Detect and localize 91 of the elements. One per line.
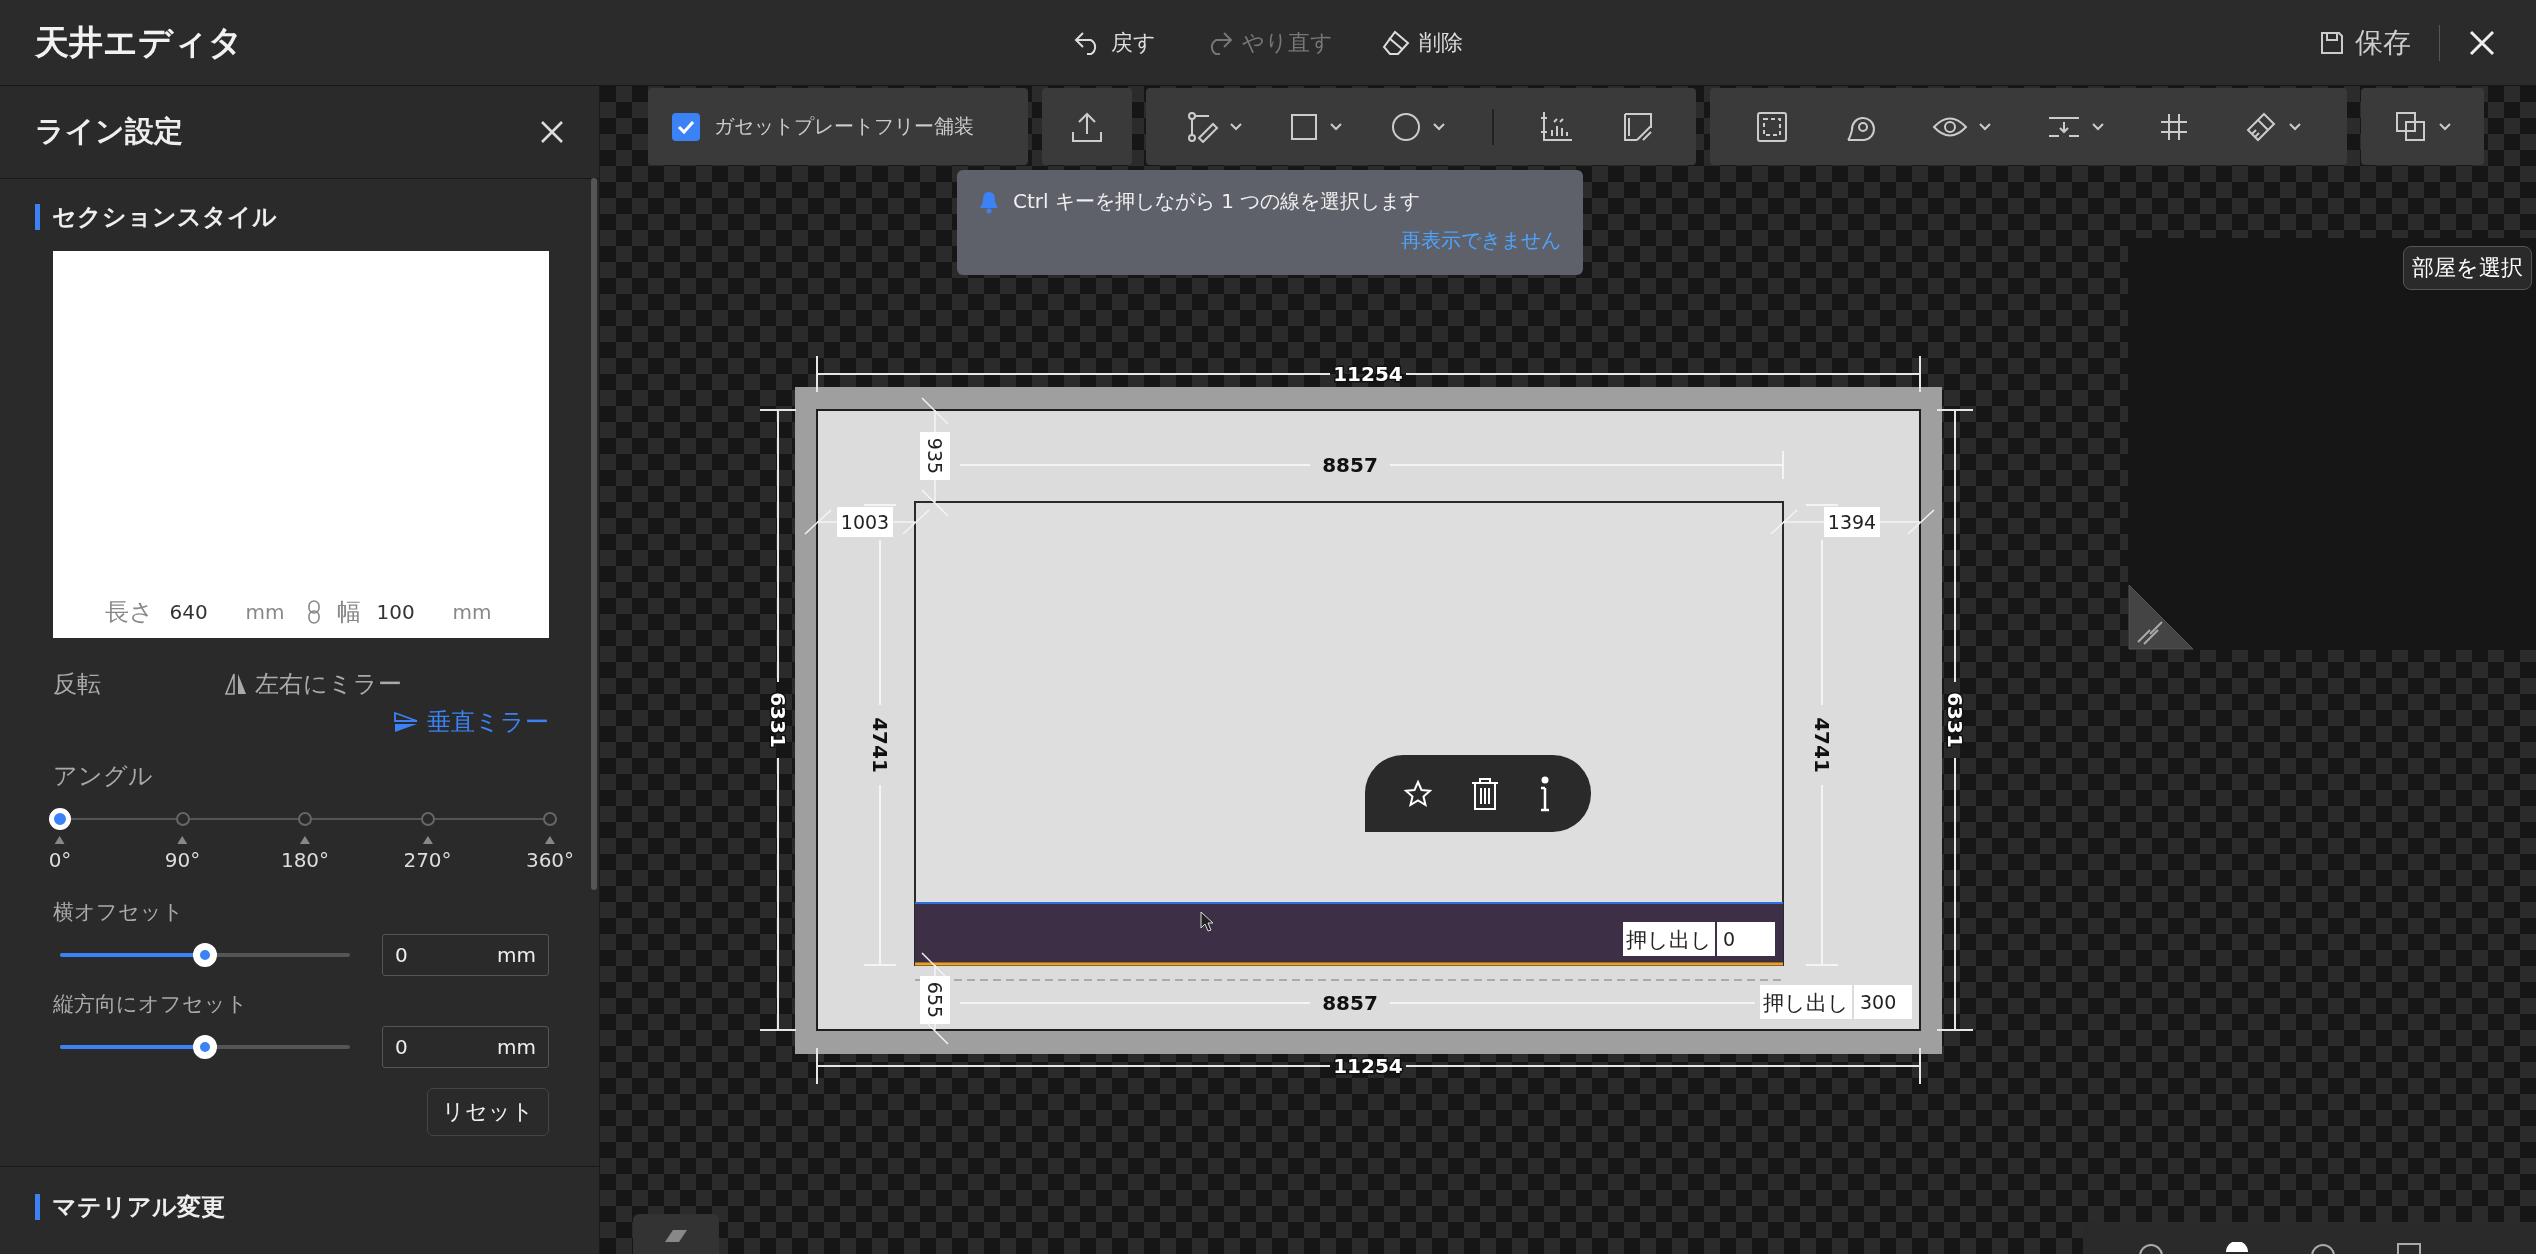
offset-input[interactable]: 0 mm xyxy=(382,1026,549,1068)
fit-screen-icon[interactable] xyxy=(2396,1242,2422,1254)
select-room-button[interactable]: 部屋を選択 xyxy=(2403,246,2532,290)
length-value: 640 xyxy=(169,600,209,624)
tick-mark-icon xyxy=(545,836,555,844)
dimension-label: 4741 xyxy=(1810,717,1834,773)
checkbox-label: ガセットプレートフリー舗装 xyxy=(714,113,974,140)
zoom-out-icon[interactable] xyxy=(2138,1242,2164,1254)
dimension-label: 655 xyxy=(920,976,950,1024)
caret-icon xyxy=(1978,121,1993,132)
plane-icon xyxy=(665,1230,687,1242)
slider-thumb[interactable] xyxy=(193,1035,217,1059)
length-unit: mm xyxy=(245,600,285,624)
dimension-label: 6331 xyxy=(766,692,790,748)
extrusion-label: 押し出し xyxy=(1623,922,1715,956)
flip-label: 反転 xyxy=(53,669,102,700)
section-marker xyxy=(35,204,40,230)
caret-icon xyxy=(1329,121,1344,132)
tick-mark-icon xyxy=(422,836,433,844)
zoom-thumb-icon[interactable] xyxy=(2224,1242,2250,1252)
dimension-label: 8857 xyxy=(1322,991,1378,1015)
layers-icon xyxy=(2393,109,2428,144)
pen-tool-button[interactable] xyxy=(1187,110,1244,143)
undo-button[interactable]: 戻す xyxy=(1073,27,1156,58)
extrusion-input[interactable]: 300 xyxy=(1854,985,1912,1019)
dimension-label: 6331 xyxy=(1943,692,1967,748)
reset-button[interactable]: リセット xyxy=(427,1088,549,1136)
layers-button[interactable] xyxy=(2393,109,2452,144)
dimension-label: 8857 xyxy=(1322,453,1378,477)
mirror-option[interactable]: 左右にミラー xyxy=(225,668,549,700)
square-icon xyxy=(1289,111,1320,142)
zoom-in-icon[interactable] xyxy=(2310,1242,2336,1254)
panel-title: ライン設定 xyxy=(35,113,183,150)
caret-icon xyxy=(2090,121,2105,132)
tick-mark-icon xyxy=(177,836,188,844)
circle-icon xyxy=(1389,110,1422,143)
section-marker xyxy=(35,1194,40,1220)
eraser-icon xyxy=(1381,29,1411,56)
angle-label: アングル xyxy=(53,761,154,792)
save-button[interactable]: 保存 xyxy=(2319,23,2411,62)
dimension-label: 1394 xyxy=(1824,507,1880,537)
offset-input[interactable]: 0 mm xyxy=(382,934,549,976)
checkbox[interactable] xyxy=(672,112,700,141)
rectangle-tool-button[interactable] xyxy=(1289,111,1344,142)
resize-handle-icon[interactable] xyxy=(2128,584,2194,650)
trash-icon[interactable] xyxy=(1470,776,1500,811)
section-heading: マテリアル変更 xyxy=(52,1192,225,1223)
close-icon[interactable] xyxy=(540,120,564,144)
width-unit: mm xyxy=(452,600,492,624)
width-value: 100 xyxy=(376,600,416,624)
tick-mark-icon xyxy=(300,836,310,844)
slider-thumb[interactable] xyxy=(193,943,217,967)
angle-value: 90° xyxy=(164,848,201,872)
offset-label: 縦方向にオフセット xyxy=(53,991,249,1018)
caret-icon xyxy=(2437,121,2452,132)
star-icon[interactable] xyxy=(1403,778,1434,809)
angle-value: 360° xyxy=(525,848,575,872)
mirror-option[interactable]: 垂直ミラー xyxy=(393,706,549,738)
dimension-label: 11254 xyxy=(1333,1054,1403,1078)
caret-icon xyxy=(1229,121,1244,132)
pen-path-icon xyxy=(1187,110,1220,143)
extrusion-input[interactable]: 0 xyxy=(1717,922,1775,956)
angle-value: 180° xyxy=(280,848,330,872)
angle-value: 0° xyxy=(48,848,72,872)
caret-icon xyxy=(2287,121,2302,132)
extrusion-label: 押し出し xyxy=(1760,985,1852,1019)
bell-icon xyxy=(979,189,999,214)
erase-button[interactable]: 削除 xyxy=(1381,27,1463,58)
mirror-icon xyxy=(225,672,247,696)
close-icon[interactable] xyxy=(2468,28,2496,57)
length-label: 長さ xyxy=(104,597,154,628)
cursor-icon xyxy=(1200,911,1214,932)
mirror-icon xyxy=(393,711,419,733)
grid-icon[interactable] xyxy=(2159,111,2190,142)
dimension-label: 4741 xyxy=(868,717,892,773)
offset-label: 横オフセット xyxy=(53,899,185,926)
dimension-label: 11254 xyxy=(1333,362,1403,386)
select-area-icon[interactable] xyxy=(1755,109,1790,144)
section-heading: セクションスタイル xyxy=(52,202,277,233)
dimension-label: 1003 xyxy=(837,507,893,537)
caret-icon xyxy=(1431,121,1446,132)
hint-text: Ctrl キーを押しながら 1 つの線を選択します xyxy=(1013,188,1421,215)
scrollbar[interactable] xyxy=(591,178,597,890)
width-label: 幅 xyxy=(336,597,361,628)
dimension-label: 935 xyxy=(920,432,950,480)
app-title: 天井エディタ xyxy=(35,21,243,62)
tick-mark-icon xyxy=(55,836,65,844)
circle-tool-button[interactable] xyxy=(1389,110,1446,143)
baseline-icon[interactable] xyxy=(1540,109,1575,144)
link-icon[interactable] xyxy=(306,599,321,625)
angle-value: 270° xyxy=(403,848,452,872)
